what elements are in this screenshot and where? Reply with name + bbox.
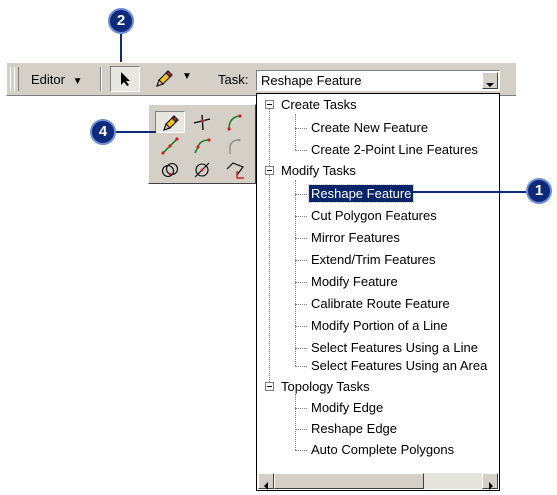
tree-line [295,429,307,430]
tree-group-topology-tasks[interactable]: Topology Tasks [281,378,370,395]
distance-distance-tool-button[interactable] [155,159,185,181]
task-dropdown-list: Create Tasks Create New Feature Create 2… [256,93,500,491]
editor-menu-button[interactable]: Editor ▼ [31,72,83,87]
tree-item[interactable]: Select Features Using an Area [311,357,487,374]
intersection-tool-button[interactable] [187,111,217,133]
tree-line [295,366,307,367]
midpoint-tool-icon [161,137,179,155]
tree-item[interactable]: Create New Feature [311,119,428,136]
arrow-right-icon [488,477,494,495]
chevron-down-icon: ▼ [182,71,192,82]
tree-line [269,104,270,386]
sketch-tool-icon [163,115,179,131]
callout-1-leader [410,191,528,193]
direction-direction-tool-icon [194,162,210,178]
edit-tool-button[interactable] [110,66,140,92]
trace-tool-icon [226,162,244,179]
endpoint-arc-tool-icon [229,138,241,154]
tree-line [295,304,307,305]
chevron-down-icon: ▼ [72,76,83,87]
arrow-left-icon [263,477,269,495]
toolbar-separator [100,67,102,91]
tree-item[interactable]: Modify Portion of a Line [311,317,448,334]
tree-line [295,348,307,349]
tree-item[interactable]: Reshape Edge [311,420,397,437]
task-dropdown-button[interactable] [482,72,498,89]
tree-item[interactable]: Calibrate Route Feature [311,295,450,312]
tangent-arc-tool-icon [194,138,211,154]
tree-item[interactable]: Mirror Features [311,229,400,246]
tangent-arc-tool-button[interactable] [187,135,217,157]
tree-line [295,150,307,151]
tree-item[interactable]: Modify Feature [311,273,398,290]
tree-line [295,282,307,283]
tree-line [295,194,307,195]
scroll-right-button[interactable] [482,473,498,490]
tree-line [295,180,296,366]
intersection-tool-icon [193,114,211,131]
tree-line [295,408,307,409]
tree-item[interactable]: Modify Edge [311,399,383,416]
tree-line [295,260,307,261]
tree-line [295,128,307,129]
tree-item-selected[interactable]: Reshape Feature [307,184,415,203]
endpoint-arc-tool-button[interactable] [219,135,249,157]
tree-line [295,394,296,450]
tree-line [295,326,307,327]
sketch-tool-button[interactable] [155,111,185,133]
tree-group-modify-tasks[interactable]: Modify Tasks [281,162,356,179]
callout-2: 2 [108,8,134,34]
tree-line [295,238,307,239]
pencil-icon [154,69,174,94]
scroll-thumb[interactable] [274,473,424,489]
scroll-left-button[interactable] [258,473,274,490]
sketch-tool-palette [148,104,256,184]
arc-tool-icon [227,114,242,131]
tree-group-create-tasks[interactable]: Create Tasks [281,96,357,113]
chevron-down-icon [486,76,494,94]
arc-tool-button[interactable] [219,111,249,133]
task-select-value: Reshape Feature [261,73,362,88]
collapse-toggle[interactable] [265,166,274,175]
tree-item[interactable]: Create 2-Point Line Features [311,141,478,158]
task-label: Task: [218,72,249,87]
tree-item[interactable]: Cut Polygon Features [311,207,437,224]
tree-item[interactable]: Select Features Using a Line [311,339,478,356]
trace-tool-button[interactable] [219,159,249,181]
collapse-toggle[interactable] [265,100,274,109]
tree-line [295,216,307,217]
midpoint-tool-button[interactable] [155,135,185,157]
sketch-tool-dropdown-button[interactable]: ▼ [150,67,200,91]
callout-4-leader [116,131,156,133]
toolbar-grip-2 [14,67,19,91]
task-select[interactable]: Reshape Feature [256,70,500,91]
distance-distance-tool-icon [161,162,179,178]
tree-item[interactable]: Extend/Trim Features [311,251,436,268]
horizontal-scrollbar[interactable] [258,473,498,490]
editor-menu-label: Editor [31,72,65,87]
collapse-toggle[interactable] [265,382,274,391]
callout-1: 1 [526,178,552,204]
tree-item[interactable]: Auto Complete Polygons [311,441,454,458]
tree-line [295,114,296,150]
direction-direction-tool-button[interactable] [187,159,217,181]
callout-4: 4 [90,119,116,145]
tree-line [295,450,307,451]
arrow-pointer-icon [120,71,132,92]
